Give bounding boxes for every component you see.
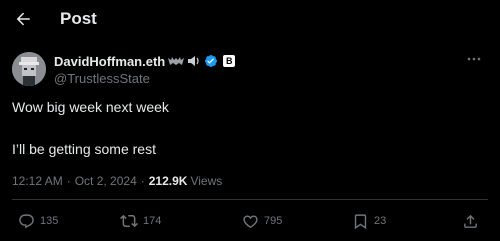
post-time[interactable]: 12:12 AM bbox=[12, 174, 63, 188]
avatar-image bbox=[12, 52, 46, 86]
bookmark-icon bbox=[354, 213, 367, 229]
like-button[interactable]: 795 bbox=[242, 210, 282, 232]
reply-button[interactable]: 135 bbox=[18, 210, 58, 232]
post-meta: 12:12 AM · Oct 2, 2024 · 212.9K Views bbox=[12, 174, 222, 188]
views-count: 212.9K bbox=[148, 174, 188, 188]
meta-separator: · bbox=[66, 174, 71, 188]
display-name[interactable]: DavidHoffman.eth bbox=[54, 54, 165, 69]
post-text-line: Wow big week next week bbox=[12, 99, 169, 115]
action-bar: 135 174 795 23 bbox=[12, 210, 488, 232]
like-count: 795 bbox=[264, 215, 283, 227]
repost-button[interactable]: 174 bbox=[120, 210, 161, 232]
repost-count: 174 bbox=[143, 215, 162, 227]
b-badge: B bbox=[223, 55, 236, 67]
speaker-icon bbox=[188, 56, 199, 66]
verified-icon bbox=[205, 55, 218, 67]
back-button[interactable] bbox=[12, 8, 34, 30]
meta-separator: · bbox=[140, 174, 145, 188]
reply-icon bbox=[19, 213, 34, 228]
arrow-left-icon bbox=[16, 12, 30, 26]
bookmark-button[interactable]: 23 bbox=[352, 210, 386, 232]
bat-icon bbox=[168, 57, 185, 65]
post-date[interactable]: Oct 2, 2024 bbox=[75, 174, 137, 188]
bookmark-count: 23 bbox=[374, 215, 387, 227]
heart-icon bbox=[243, 214, 258, 228]
share-icon bbox=[464, 214, 477, 228]
avatar[interactable] bbox=[12, 52, 46, 86]
repost-icon bbox=[120, 214, 138, 228]
top-bar: Post bbox=[0, 0, 500, 40]
post-text-line: I’ll be getting some rest bbox=[12, 141, 156, 157]
page-title: Post bbox=[60, 9, 97, 28]
share-button[interactable] bbox=[462, 210, 479, 232]
more-options-button[interactable] bbox=[464, 52, 484, 68]
author-name-row: DavidHoffman.eth B bbox=[54, 53, 236, 69]
more-icon bbox=[467, 57, 481, 61]
divider bbox=[12, 199, 488, 200]
reply-count: 135 bbox=[40, 215, 59, 227]
views-label: Views bbox=[190, 174, 223, 188]
post-author: DavidHoffman.eth B @TrustlessState bbox=[12, 52, 488, 88]
author-handle[interactable]: @TrustlessState bbox=[54, 71, 150, 86]
